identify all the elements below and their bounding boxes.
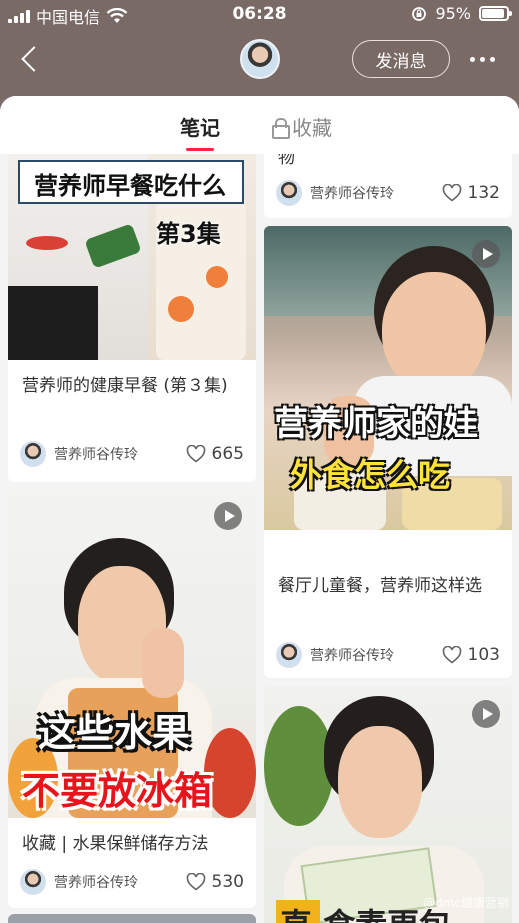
tab-favorites[interactable]: 收藏 — [272, 112, 332, 141]
play-icon — [214, 502, 242, 530]
cover-title-text: 营养师早餐吃什么 — [34, 172, 226, 200]
cover-headline-1: 这些水果 — [38, 711, 191, 755]
tab-bar: 笔记 收藏 — [0, 96, 519, 154]
cover-episode-text: 第3集 — [156, 220, 221, 248]
heart-icon[interactable] — [186, 445, 206, 463]
lock-icon — [272, 117, 290, 139]
more-dots-icon — [469, 56, 475, 62]
author-avatar — [20, 441, 46, 467]
more-button[interactable] — [462, 44, 502, 74]
tab-notes-label: 笔记 — [180, 116, 220, 140]
note-title: 收藏 | 水果保鲜储存方法 — [22, 834, 209, 854]
heart-icon[interactable] — [186, 873, 206, 891]
tab-notes[interactable]: 笔记 — [180, 112, 220, 151]
avatar[interactable] — [240, 39, 280, 79]
profile-navbar: 发消息 — [0, 34, 519, 86]
author-name: 营养师谷传玲 — [310, 648, 394, 664]
author-name: 营养师谷传玲 — [310, 186, 394, 202]
play-icon — [472, 700, 500, 728]
heart-icon[interactable] — [442, 646, 462, 664]
note-cover-image: 直 食素更包 — [264, 686, 512, 923]
status-right: 95% — [411, 4, 512, 23]
status-bar: 中国电信 06:28 95% — [0, 0, 519, 30]
cover-headline-2: 不要放冰箱 — [22, 769, 213, 813]
note-title: 餐厅儿童餐，营养师这样选 — [278, 576, 482, 596]
note-meta: 营养师谷传玲 665 — [20, 440, 244, 468]
like-count: 530 — [211, 872, 244, 892]
note-meta: 营养师谷传玲 530 — [20, 868, 244, 896]
play-icon — [472, 240, 500, 268]
note-card[interactable] — [8, 914, 256, 923]
author-name: 营养师谷传玲 — [54, 447, 138, 463]
cover-headline-2: 外食怎么吃 — [290, 456, 451, 494]
tab-favorites-label: 收藏 — [292, 116, 332, 140]
watermark: @dmc健康营销 — [423, 896, 509, 910]
note-meta: 营养师谷传玲 132 — [276, 179, 500, 207]
orientation-lock-icon — [412, 6, 427, 21]
note-card[interactable]: 营养师家的娃 外食怎么吃 餐厅儿童餐，营养师这样选 营养师谷传玲 103 — [264, 226, 512, 678]
note-cover-image: 这些水果 不要放冰箱 — [8, 488, 256, 818]
cover-headline-1: 营养师家的娃 — [274, 404, 478, 444]
send-message-button[interactable]: 发消息 — [352, 40, 450, 78]
note-card[interactable]: 直 食素更包 — [264, 686, 512, 923]
like-count: 103 — [467, 645, 500, 665]
note-cover-image: 营养师早餐吃什么 第3集 — [8, 136, 256, 360]
battery-percent: 95% — [435, 4, 471, 23]
author-avatar — [20, 869, 46, 895]
note-card[interactable]: 这些水果 不要放冰箱 收藏 | 水果保鲜储存方法 营养师谷传玲 530 — [8, 488, 256, 908]
note-card[interactable]: 营养师早餐吃什么 第3集 营养师的健康早餐 (第３集) 营养师谷传玲 665 — [8, 136, 256, 482]
back-button[interactable] — [16, 44, 46, 74]
note-meta: 营养师谷传玲 103 — [276, 641, 500, 669]
note-cover-image: 营养师家的娃 外食怎么吃 — [264, 226, 512, 530]
author-name: 营养师谷传玲 — [54, 875, 138, 891]
like-count: 132 — [467, 183, 500, 203]
heart-icon[interactable] — [442, 184, 462, 202]
content-sheet: 笔记 收藏 营养师早餐吃什么 第3集 营养师的健康早餐 (第３集) 营养师谷传玲 — [0, 96, 519, 923]
note-title: 营养师的健康早餐 (第３集) — [22, 376, 228, 396]
author-avatar — [276, 642, 302, 668]
like-count: 665 — [211, 444, 244, 464]
author-avatar — [276, 180, 302, 206]
battery-icon — [479, 6, 512, 21]
